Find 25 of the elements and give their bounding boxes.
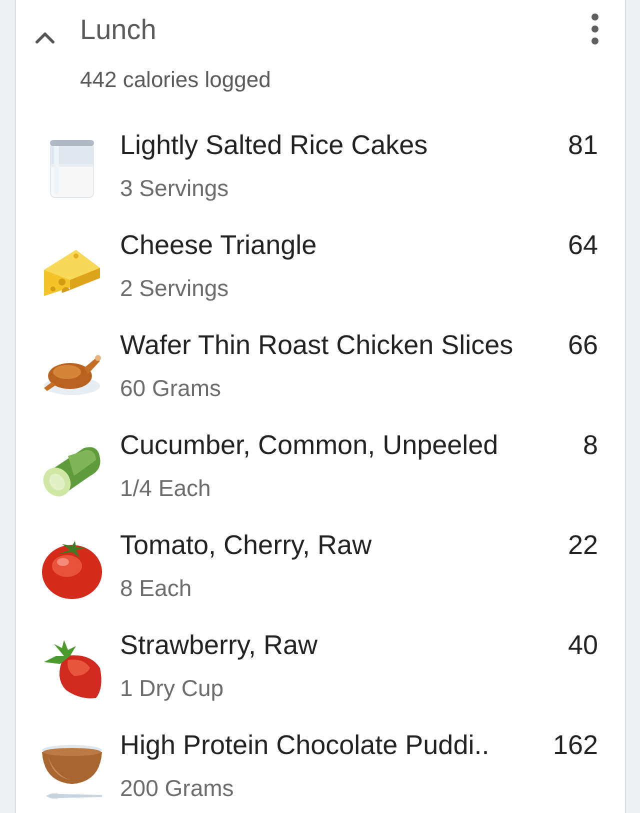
food-amount: 8 Each [120, 574, 192, 602]
food-name: Wafer Thin Roast Chicken Slices [120, 329, 514, 362]
food-calories: 40 [568, 629, 598, 662]
food-calories: 66 [568, 329, 598, 362]
food-amount: 2 Servings [120, 274, 229, 303]
food-amount: 1 Dry Cup [120, 674, 224, 703]
food-calories: 81 [568, 129, 598, 162]
more-options-icon[interactable] [591, 13, 599, 45]
food-calories: 64 [568, 229, 598, 262]
food-amount: 1/4 Each [120, 474, 211, 502]
food-amount: 3 Servings [120, 174, 229, 203]
chevron-icon[interactable] [35, 32, 55, 44]
food-amount: 200 Grams [120, 774, 234, 802]
food-name: Cucumber, Common, Unpeeled [120, 429, 498, 462]
food-calories: 162 [552, 729, 598, 762]
food-calories: 8 [582, 429, 598, 462]
food-name: Strawberry, Raw [120, 629, 318, 662]
food-amount: 60 Grams [120, 374, 221, 402]
food-calories: 22 [568, 529, 598, 562]
food-name: Cheese Triangle [120, 229, 317, 262]
food-name: Lightly Salted Rice Cakes [120, 129, 428, 162]
calories-summary: 442 calories logged [80, 66, 271, 94]
food-name: High Protein Chocolate Puddi.. [120, 729, 490, 762]
meal-title: Lunch [80, 13, 156, 47]
food-name: Tomato, Cherry, Raw [120, 529, 372, 562]
